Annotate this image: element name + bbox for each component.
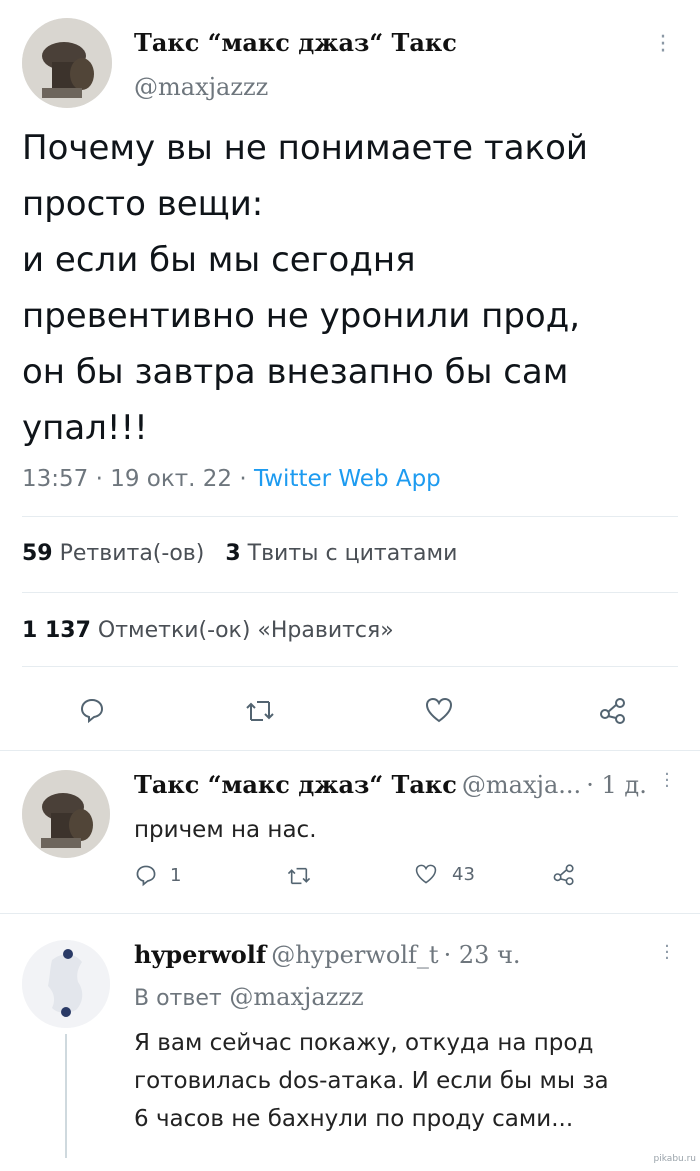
retweets-count: 59 [22,541,53,566]
in-reply-handle[interactable]: @maxjazzz [229,983,363,1011]
tweet-age[interactable]: · 23 ч. [444,941,521,969]
tweet-line: упал!!! [22,408,148,448]
reply-line: 6 часов не бахнули по проду сами... [134,1106,574,1132]
retweet-stats[interactable]: 59 Ретвита(-ов) 3 Твиты с цитатами [22,541,457,566]
divider [22,516,678,517]
like-count: 43 [452,863,475,885]
dog-avatar-image [22,18,112,108]
tweet-line: просто вещи: [22,184,264,224]
author-handle[interactable]: @maxjazzz [134,73,268,101]
retweet-icon[interactable] [244,698,276,724]
tweet-meta: 13:57 · 19 окт. 22 · Twitter Web App [22,466,441,492]
author-name[interactable]: Такс “макс джаз“ Такс [134,770,457,799]
like-stats[interactable]: 1 137 Отметки(-ок) «Нравится» [22,618,394,643]
author-name[interactable]: hyperwolf [134,940,266,969]
wolf-avatar-image [22,940,110,1028]
more-icon[interactable]: · · · [660,766,674,796]
in-reply-to: В ответ @maxjazzz [134,983,364,1011]
tweet-time[interactable]: 13:57 [22,466,88,492]
tweet-body: Почему вы не понимаете такой просто вещи… [22,120,682,456]
divider [0,913,700,914]
tweet-line: превентивно не уронили прод, [22,296,581,336]
reply-icon[interactable] [78,696,106,724]
tweet-date[interactable]: 19 окт. 22 [110,466,232,492]
author-handle[interactable]: @hyperwolf_t [271,941,438,969]
more-icon[interactable]: · · · [660,938,674,968]
reply-body: Я вам сейчас покажу, откуда на прод гото… [134,1024,694,1138]
more-icon[interactable]: · · · [656,27,670,63]
retweet-icon[interactable] [286,865,312,887]
reply-header: Такс “макс джаз“ Такс @maxja... · 1 д. [134,770,647,799]
reply-count: 1 [170,864,182,886]
share-icon[interactable] [598,695,628,725]
divider [22,666,678,667]
quotes-label: Твиты с цитатами [247,541,458,566]
avatar[interactable] [22,770,110,858]
divider [22,592,678,593]
thread-line [65,1034,67,1158]
reply-action[interactable]: 1 [134,863,181,887]
avatar[interactable] [22,940,110,1028]
reply-icon [134,863,158,887]
reply-header: hyperwolf @hyperwolf_t · 23 ч. [134,940,521,969]
likes-count: 1 137 [22,618,91,643]
reply-text: причем на нас. [134,817,317,843]
retweets-label: Ретвита(-ов) [59,541,205,566]
author-handle[interactable]: @maxja... [462,771,581,799]
author-name[interactable]: Такс “макс джаз“ Такс [134,28,457,57]
like-action[interactable]: 43 [414,863,475,885]
quotes-count: 3 [225,541,241,566]
reply-line: готовилась dos-атака. И если бы мы за [134,1068,609,1094]
like-icon[interactable] [424,696,454,724]
separator: · [239,466,247,492]
reply-line: Я вам сейчас покажу, откуда на прод [134,1030,594,1056]
like-icon [414,863,438,885]
divider [0,750,700,751]
separator: · [95,466,103,492]
dog-avatar-image [22,770,110,858]
tweet-line: он бы завтра внезапно бы сам [22,352,569,392]
avatar[interactable] [22,18,112,108]
likes-label: Отметки(-ок) «Нравится» [97,618,394,643]
tweet-source-link[interactable]: Twitter Web App [254,466,441,492]
share-icon[interactable] [552,862,576,886]
in-reply-prefix: В ответ [134,986,222,1011]
tweet-line: Почему вы не понимаете такой [22,128,588,168]
tweet-age[interactable]: · 1 д. [586,771,647,799]
watermark: pikabu.ru [653,1154,696,1164]
tweet-line: и если бы мы сегодня [22,240,416,280]
